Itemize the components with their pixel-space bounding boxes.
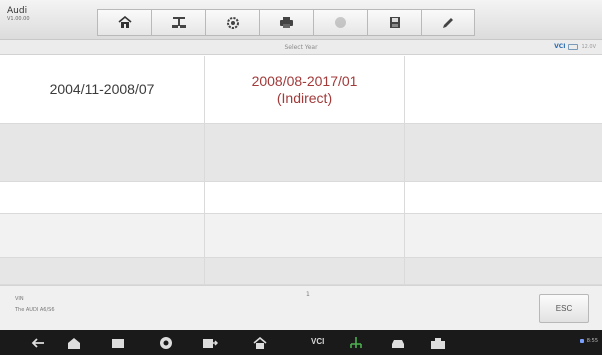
software-version: V1.00.00 xyxy=(7,16,30,22)
recent-apps-button[interactable] xyxy=(110,335,126,351)
top-toolbar: Audi V1.00.00 xyxy=(0,0,602,40)
year-option-empty xyxy=(205,124,405,182)
browser-button[interactable] xyxy=(158,335,174,351)
recent-apps-icon xyxy=(112,339,124,348)
browser-icon xyxy=(160,337,172,349)
network-button[interactable] xyxy=(348,335,364,351)
save-button[interactable] xyxy=(367,9,421,36)
edit-button[interactable] xyxy=(421,9,475,36)
car-icon xyxy=(392,339,404,348)
year-option-empty xyxy=(0,124,205,182)
battery-icon xyxy=(568,43,579,50)
network-icon xyxy=(350,337,362,348)
diagnostics-home-button[interactable] xyxy=(252,335,268,351)
home-icon xyxy=(117,16,132,28)
year-option-empty xyxy=(205,182,405,214)
vci-nav-button[interactable]: VCI xyxy=(311,337,324,346)
save-icon xyxy=(389,17,400,28)
screenshot-icon xyxy=(203,338,218,348)
year-option-1[interactable]: 2004/11-2008/07 xyxy=(0,56,205,124)
home-icon xyxy=(68,337,80,349)
system-nav-bar: VCI 8:55 xyxy=(0,330,602,355)
vehicle-swap-icon xyxy=(171,17,186,28)
year-option-empty xyxy=(0,258,205,285)
vci-indicator: VCI xyxy=(554,43,566,50)
print-icon xyxy=(280,17,293,28)
year-option-empty xyxy=(405,182,602,214)
screenshot-button[interactable] xyxy=(202,335,218,351)
vehicle-swap-button[interactable] xyxy=(151,9,205,36)
year-option-empty xyxy=(0,214,205,258)
year-option-label: 2004/11-2008/07 xyxy=(49,81,155,97)
system-tray: 8:55 xyxy=(579,338,598,344)
vehicle-button[interactable] xyxy=(390,335,406,351)
back-icon xyxy=(31,338,44,348)
page-title: Select Year xyxy=(284,44,318,51)
esc-button[interactable]: ESC xyxy=(539,294,589,323)
year-option-range: 2008/08-2017/01 xyxy=(251,72,358,89)
year-option-note: (Indirect) xyxy=(276,89,333,106)
vin-label: VIN xyxy=(15,296,24,302)
vehicle-make: Audi xyxy=(7,6,28,16)
print-button[interactable] xyxy=(259,9,313,36)
settings-button[interactable] xyxy=(205,9,259,36)
vehicle-brand: Audi V1.00.00 xyxy=(7,6,67,34)
settings-icon xyxy=(226,16,239,29)
obd-icon xyxy=(431,337,445,349)
vehicle-info: The AUDI A6/S6 xyxy=(15,307,55,313)
obd-button[interactable] xyxy=(430,335,446,351)
year-option-empty xyxy=(405,56,602,124)
home-button[interactable] xyxy=(97,9,151,36)
year-option-grid: 2004/11-2008/07 2008/08-2017/01 (Indirec… xyxy=(0,56,602,285)
year-option-label: 2008/08-2017/01 (Indirect) xyxy=(252,73,358,107)
back-button[interactable] xyxy=(30,335,46,351)
year-option-2[interactable]: 2008/08-2017/01 (Indirect) xyxy=(205,56,405,124)
notification-icon xyxy=(579,339,584,343)
page-indicator: 1 xyxy=(306,291,310,298)
status-bar: Select Year VCI 12.0V xyxy=(0,40,602,55)
year-option-empty xyxy=(205,214,405,258)
edit-icon xyxy=(443,17,453,28)
android-home-button[interactable] xyxy=(66,335,82,351)
vci-status: VCI 12.0V xyxy=(554,43,596,50)
year-option-empty xyxy=(405,214,602,258)
year-option-empty xyxy=(405,124,602,182)
help-button[interactable] xyxy=(313,9,367,36)
clock: 8:55 xyxy=(586,338,598,344)
home-icon xyxy=(253,336,267,349)
help-icon xyxy=(335,17,346,28)
toolbar-buttons xyxy=(97,9,475,36)
year-option-empty xyxy=(205,258,405,285)
info-bar: VIN The AUDI A6/S6 1 ESC xyxy=(0,285,602,330)
year-option-empty xyxy=(405,258,602,285)
battery-voltage: 12.0V xyxy=(581,43,596,50)
year-option-empty xyxy=(0,182,205,214)
